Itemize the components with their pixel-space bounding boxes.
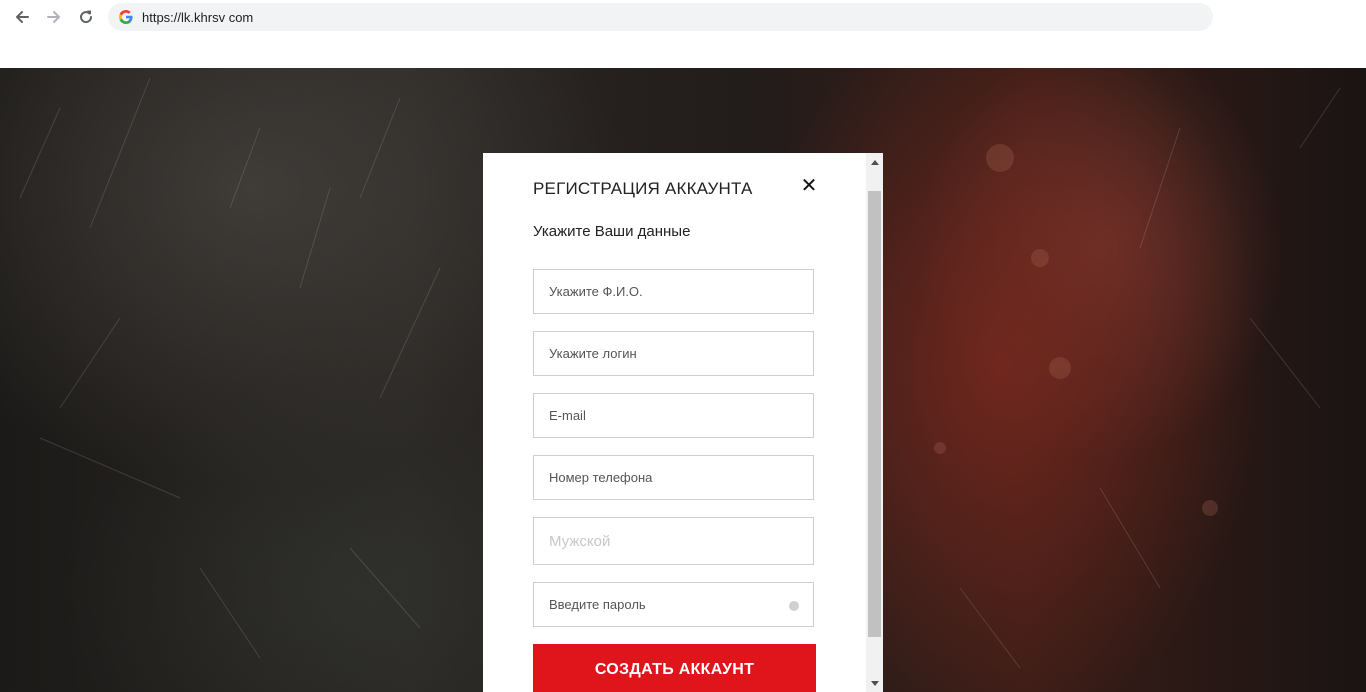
- back-button[interactable]: [11, 6, 33, 28]
- forward-button[interactable]: [43, 6, 65, 28]
- modal-subtitle: Укажите Ваши данные: [533, 223, 691, 240]
- password-field: [533, 582, 814, 627]
- reload-icon: [80, 10, 93, 24]
- google-g-icon: [118, 9, 134, 25]
- arrow-right-icon: [47, 11, 60, 23]
- full-name-field: [533, 269, 814, 314]
- full-name-input[interactable]: [534, 270, 813, 313]
- scroll-up-icon[interactable]: [866, 153, 883, 170]
- close-icon[interactable]: ✕: [800, 176, 818, 196]
- password-input[interactable]: [534, 583, 813, 626]
- password-visibility-icon[interactable]: [789, 601, 799, 611]
- scrollbar-thumb[interactable]: [868, 191, 881, 637]
- arrow-left-icon: [16, 11, 29, 23]
- login-field: [533, 331, 814, 376]
- phone-input[interactable]: [534, 456, 813, 499]
- reload-button[interactable]: [75, 6, 97, 28]
- phone-field: [533, 455, 814, 500]
- browser-toolbar: https://lk.khrsv com: [0, 0, 1366, 68]
- url-text[interactable]: https://lk.khrsv com: [142, 10, 253, 25]
- gender-select-value: Мужской: [549, 532, 611, 550]
- registration-modal: РЕГИСТРАЦИЯ АККАУНТА ✕ Укажите Ваши данн…: [483, 153, 883, 692]
- scroll-down-icon[interactable]: [866, 675, 883, 692]
- login-input[interactable]: [534, 332, 813, 375]
- modal-title: РЕГИСТРАЦИЯ АККАУНТА: [533, 179, 753, 198]
- address-bar[interactable]: https://lk.khrsv com: [108, 3, 1213, 31]
- email-field: [533, 393, 814, 438]
- modal-scrollbar[interactable]: [866, 153, 883, 692]
- gender-select[interactable]: Мужской: [533, 517, 814, 565]
- create-account-button[interactable]: СОЗДАТЬ АККАУНТ: [533, 644, 816, 692]
- email-input[interactable]: [534, 394, 813, 437]
